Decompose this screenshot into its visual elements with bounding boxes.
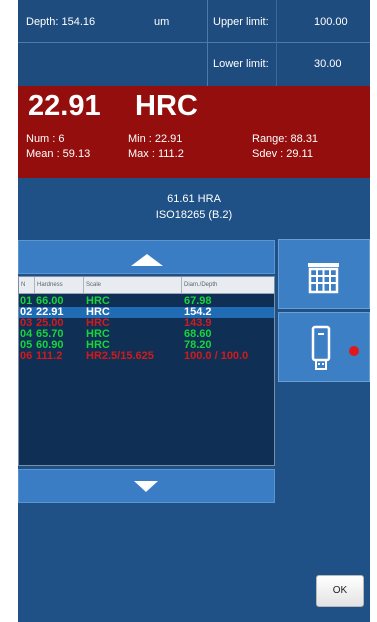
ok-button[interactable]: OK xyxy=(316,575,364,607)
column-header-scale: Scale xyxy=(84,277,182,293)
scroll-down-button[interactable] xyxy=(18,469,275,503)
table-row[interactable]: 06 111.2 HR2.5/15.625 100.0 / 100.0 xyxy=(19,350,274,362)
stat-num: Num : 6 xyxy=(26,133,65,145)
cell-n: 06 xyxy=(20,350,33,362)
header-divider xyxy=(276,0,277,86)
arrow-up-icon xyxy=(131,254,163,266)
column-header-depth: Diam./Depth xyxy=(184,282,218,288)
result-panel: 22.91 HRC Num : 6 Mean : 59.13 Min : 22.… xyxy=(18,86,370,178)
conversion-standard: ISO18265 (B.2) xyxy=(155,209,233,221)
cell-hardness: 111.2 xyxy=(36,350,63,362)
usb-export-button[interactable] xyxy=(278,312,370,382)
stat-sdev: Sdev : 29.11 xyxy=(252,148,313,160)
depth-unit: um xyxy=(154,16,170,28)
hardness-scale: HRC xyxy=(135,90,198,122)
stat-range: Range: 88.31 xyxy=(252,133,319,145)
table-header: N Hardness Scale Diam./Depth xyxy=(19,277,274,294)
stat-max: Max : 111.2 xyxy=(128,148,184,160)
header-divider xyxy=(18,42,370,43)
column-header-hardness: Hardness xyxy=(35,277,84,293)
conversion-value: 61.61 HRA xyxy=(167,193,221,205)
stat-min: Min : 22.91 xyxy=(128,133,183,145)
lower-limit-value[interactable]: 30.00 xyxy=(314,58,342,70)
arrow-down-icon xyxy=(134,481,158,492)
upper-limit-value[interactable]: 100.00 xyxy=(314,16,348,28)
header-divider xyxy=(207,0,208,86)
trash-icon xyxy=(308,263,339,294)
upper-limit-label: Upper limit: xyxy=(213,16,269,28)
cell-scale: HR2.5/15.625 xyxy=(86,350,154,362)
delete-button[interactable] xyxy=(278,239,370,309)
measurement-screen: Depth: 154.16 um Upper limit: 100.00 Low… xyxy=(18,0,370,622)
scroll-up-button[interactable] xyxy=(18,240,275,274)
column-header-n: N xyxy=(19,277,35,293)
header-panel: Depth: 154.16 um Upper limit: 100.00 Low… xyxy=(18,0,370,86)
usb-status-indicator xyxy=(349,346,359,356)
lower-limit-label: Lower limit: xyxy=(213,58,269,70)
hardness-value: 22.91 xyxy=(28,90,101,122)
measurement-table[interactable]: N Hardness Scale Diam./Depth 01 66.00 HRC 6… xyxy=(18,276,275,466)
cell-depth: 100.0 / 100.0 xyxy=(184,350,249,362)
stat-mean: Mean : 59.13 xyxy=(26,148,91,160)
depth-label: Depth: 154.16 xyxy=(26,16,96,28)
